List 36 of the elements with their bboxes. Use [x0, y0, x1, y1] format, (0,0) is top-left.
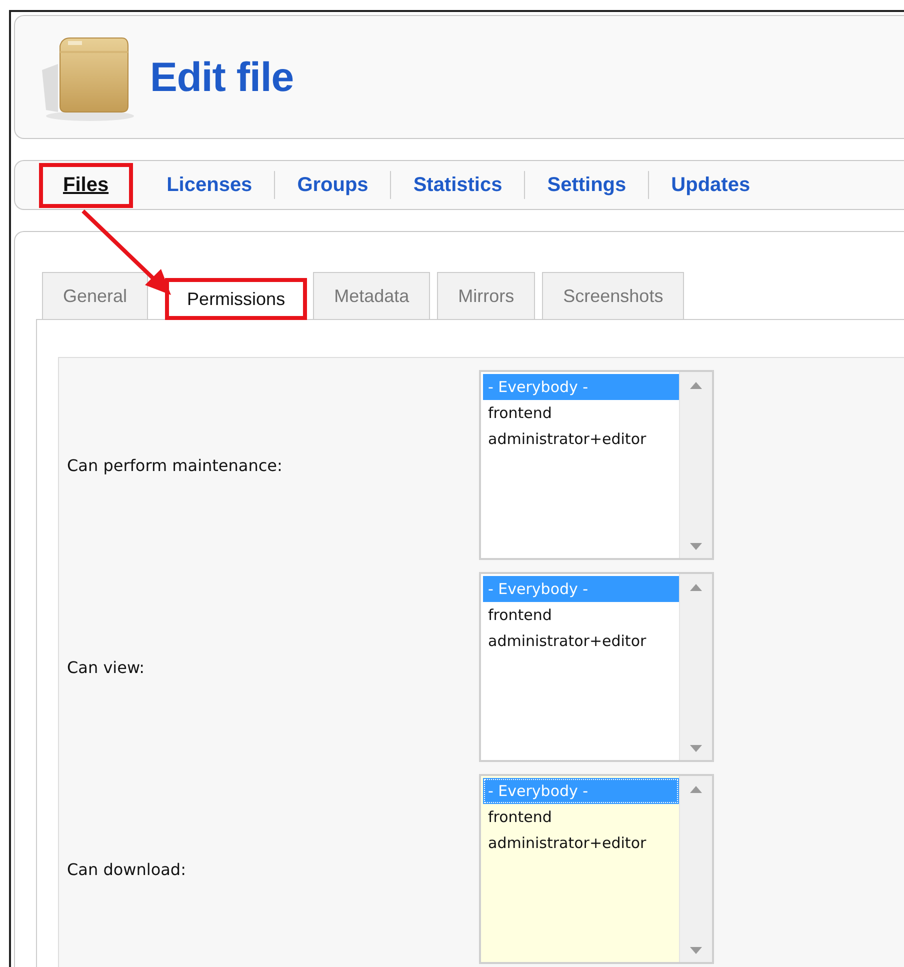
- tab[interactable]: Permissions: [166, 279, 306, 319]
- menu-link[interactable]: Statistics: [391, 162, 524, 208]
- field-label: Can perform maintenance:: [66, 456, 284, 474]
- list-option[interactable]: administrator+editor: [483, 426, 679, 452]
- menu-link[interactable]: Settings: [525, 162, 648, 208]
- list-option[interactable]: - Everybody -: [483, 778, 679, 804]
- menu-link[interactable]: Groups: [275, 162, 390, 208]
- scroll-down-icon[interactable]: [690, 745, 702, 752]
- scrollbar[interactable]: [679, 372, 712, 558]
- group-listbox[interactable]: - Everybody - frontend administrator+editor: [479, 572, 714, 762]
- scroll-up-icon[interactable]: [690, 786, 702, 793]
- scroll-up-icon[interactable]: [690, 584, 702, 591]
- list-option[interactable]: - Everybody -: [483, 374, 679, 400]
- menu-link[interactable]: Updates: [649, 162, 772, 208]
- list-option[interactable]: administrator+editor: [483, 628, 679, 654]
- tab[interactable]: Screenshots: [542, 272, 684, 319]
- scroll-up-icon[interactable]: [690, 382, 702, 389]
- field-label: Can view:: [66, 658, 146, 676]
- list-option[interactable]: frontend: [483, 400, 679, 426]
- menu-link[interactable]: Licenses: [144, 162, 274, 208]
- scrollbar[interactable]: [679, 776, 712, 962]
- list-option[interactable]: administrator+editor: [483, 830, 679, 856]
- list-option[interactable]: frontend: [483, 804, 679, 830]
- scroll-down-icon[interactable]: [690, 543, 702, 550]
- group-listbox[interactable]: - Everybody - frontend administrator+editor: [479, 774, 714, 964]
- list-option[interactable]: frontend: [483, 602, 679, 628]
- list-option[interactable]: - Everybody -: [483, 576, 679, 602]
- tab[interactable]: Metadata: [313, 272, 430, 319]
- menu-link[interactable]: Files: [39, 162, 133, 208]
- scroll-down-icon[interactable]: [690, 947, 702, 954]
- page-title: Edit file: [150, 54, 294, 100]
- field-label: Can download:: [66, 860, 187, 878]
- tab[interactable]: Mirrors: [437, 272, 536, 319]
- scrollbar[interactable]: [679, 574, 712, 760]
- group-listbox[interactable]: - Everybody - frontend administrator+editor: [479, 370, 714, 560]
- tab[interactable]: General: [42, 272, 148, 319]
